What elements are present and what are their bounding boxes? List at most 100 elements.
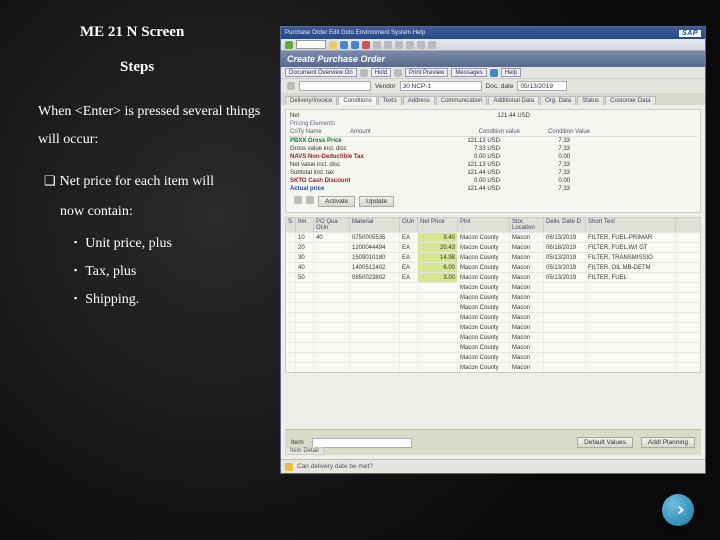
bullet-item: Shipping. <box>38 286 273 314</box>
item-row-empty[interactable]: Macon CountyMacon <box>286 312 700 322</box>
item-row-empty[interactable]: Macon CountyMacon <box>286 282 700 292</box>
hold-button[interactable]: Hold <box>371 68 391 77</box>
slide-text: ME 21 N Screen Steps When <Enter> is pre… <box>38 24 273 314</box>
condition-amount: 121.44 USD <box>410 186 500 192</box>
tab-org[interactable]: Org. Data <box>540 96 576 105</box>
item-row-empty[interactable]: Macon CountyMacon <box>286 352 700 362</box>
menu-bar[interactable]: Purchase Order Edit Goto Environment Sys… <box>285 30 425 36</box>
item-row[interactable]: 10400750005535EA9.40Macon CountyMacon06/… <box>286 232 700 242</box>
update-button[interactable]: Update <box>359 196 394 207</box>
slide-title: ME 21 N Screen <box>38 24 273 41</box>
net-label: Net <box>290 113 410 119</box>
print-icon[interactable] <box>373 41 381 49</box>
intro-text: When <Enter> is pressed several things w… <box>38 98 273 154</box>
gh-item: Itm <box>296 218 314 232</box>
prev-page-icon[interactable] <box>406 41 414 49</box>
gh-text: Short Text <box>586 218 676 232</box>
condition-name: PBXX Gross Price <box>290 138 410 144</box>
cancel-icon[interactable] <box>362 41 370 49</box>
messages-button[interactable]: Messages <box>451 68 486 77</box>
gh-plant: Plnt <box>458 218 510 232</box>
info-icon[interactable] <box>490 69 498 77</box>
last-page-icon[interactable] <box>428 41 436 49</box>
condition-amount: 121.44 USD <box>410 170 500 176</box>
doc-overview-button[interactable]: Document Overview On <box>285 68 357 77</box>
pricing-row[interactable]: Subtotal incl. tax121.44 USD7.33 <box>288 169 698 177</box>
addl-planning-button[interactable]: Addl Planning <box>641 437 695 448</box>
save-icon[interactable] <box>329 41 337 49</box>
item-row-empty[interactable]: Macon CountyMacon <box>286 292 700 302</box>
pricing-panel: Net 121.44 USD Pricing Elements CnTy Nam… <box>285 109 701 213</box>
back-icon[interactable] <box>340 41 348 49</box>
col-cv2: Condition Value <box>520 129 590 135</box>
command-field[interactable] <box>296 40 326 49</box>
condition-record-icon[interactable] <box>294 196 302 204</box>
tab-comm[interactable]: Communication <box>436 96 488 105</box>
col-condval: Condition value <box>470 129 520 135</box>
item-row[interactable]: 401400512402EA6.00Macon CountyMacon05/13… <box>286 262 700 272</box>
pricing-row[interactable]: Net value incl. disc121.13 USD7.33 <box>288 161 698 169</box>
po-type-field[interactable] <box>299 81 371 91</box>
tab-address[interactable]: Address <box>403 96 435 105</box>
pricing-row[interactable]: PBXX Gross Price121.13 USD7.33 <box>288 137 698 145</box>
app-toolbar: Document Overview On Hold Print Preview … <box>281 67 705 79</box>
checklist-item-cont: now contain: <box>38 198 273 226</box>
condition-value: 7.33 <box>500 138 570 144</box>
tab-adddata[interactable]: Additional Data <box>488 96 539 105</box>
sap-logo: SAP <box>679 30 701 37</box>
help-button[interactable]: Help <box>501 68 521 77</box>
docdate-field[interactable]: 05/13/2019 <box>517 81 567 91</box>
net-value: 121.44 USD <box>410 113 530 119</box>
tab-delivery[interactable]: Delivery/Invoice <box>285 96 337 105</box>
sap-window: Purchase Order Edit Goto Environment Sys… <box>280 26 706 474</box>
gh-netprice: Net Price <box>418 218 458 232</box>
gh-poqty: PO Qua OUn <box>314 218 350 232</box>
condition-amount: 7.33 USD <box>410 146 500 152</box>
tab-texts[interactable]: Texts <box>378 96 402 105</box>
condition-name: Subtotal incl. tax <box>290 170 410 176</box>
tab-custdata[interactable]: Customer Data <box>605 96 655 105</box>
bullet-item: Tax, plus <box>38 258 273 286</box>
item-row[interactable]: 301509010180EA14.98Macon CountyMacon05/1… <box>286 252 700 262</box>
expand-header-icon[interactable] <box>287 82 295 90</box>
activate-button[interactable]: Activate <box>318 196 355 207</box>
item-detail-toggle[interactable]: Item Detail <box>285 447 324 455</box>
bottom-toolbar: Item Default Values Addl Planning <box>285 429 701 455</box>
condition-value: 7.33 <box>500 162 570 168</box>
find-icon[interactable] <box>384 41 392 49</box>
checklist-item: Net price for each item will <box>38 168 273 196</box>
item-row-empty[interactable]: Macon CountyMacon <box>286 332 700 342</box>
create-icon[interactable] <box>360 69 368 77</box>
item-row-empty[interactable]: Macon CountyMacon <box>286 342 700 352</box>
exit-icon[interactable] <box>351 41 359 49</box>
pricing-row[interactable]: SKTO Cash Discount0.00 USD0.00 <box>288 177 698 185</box>
vendor-field[interactable]: 30 NCP-1 <box>400 81 482 91</box>
item-row-empty[interactable]: Macon CountyMacon <box>286 322 700 332</box>
docdate-label: Doc. date <box>486 83 514 90</box>
status-bar: Item Detail Can delivery date be met? <box>281 459 705 473</box>
arrow-right-icon <box>669 501 687 519</box>
next-slide-button[interactable] <box>662 494 694 526</box>
condition-name: SKTO Cash Discount <box>290 178 410 184</box>
tab-status[interactable]: Status <box>577 96 604 105</box>
tab-conditions[interactable]: Conditions <box>338 96 376 105</box>
next-page-icon[interactable] <box>417 41 425 49</box>
item-row[interactable]: 201200044494EA20.43Macon CountyMacon06/1… <box>286 242 700 252</box>
analysis-icon[interactable] <box>306 196 314 204</box>
pricing-row[interactable]: Gross value incl. disc7.33 USD7.33 <box>288 145 698 153</box>
item-row[interactable]: 500850023802EA3.00Macon CountyMacon05/13… <box>286 272 700 282</box>
pricing-columns: CnTy Name Amount Condition value Conditi… <box>288 128 698 137</box>
pricing-row[interactable]: Actual price121.44 USD7.33 <box>288 185 698 193</box>
print-preview-button[interactable]: Print Preview <box>405 68 448 77</box>
item-row-empty[interactable]: Macon CountyMacon <box>286 302 700 312</box>
standard-toolbar <box>281 39 705 51</box>
enter-icon[interactable] <box>285 41 293 49</box>
first-page-icon[interactable] <box>395 41 403 49</box>
col-amount: Amount <box>350 129 470 135</box>
pricing-row[interactable]: NAVS Non-Deductible Tax0.00 USD0.00 <box>288 153 698 161</box>
condition-value: 7.33 <box>500 170 570 176</box>
check-icon[interactable] <box>394 69 402 77</box>
default-values-button[interactable]: Default Values <box>577 437 633 448</box>
item-row-empty[interactable]: Macon CountyMacon <box>286 362 700 372</box>
item-selector[interactable] <box>312 438 412 448</box>
